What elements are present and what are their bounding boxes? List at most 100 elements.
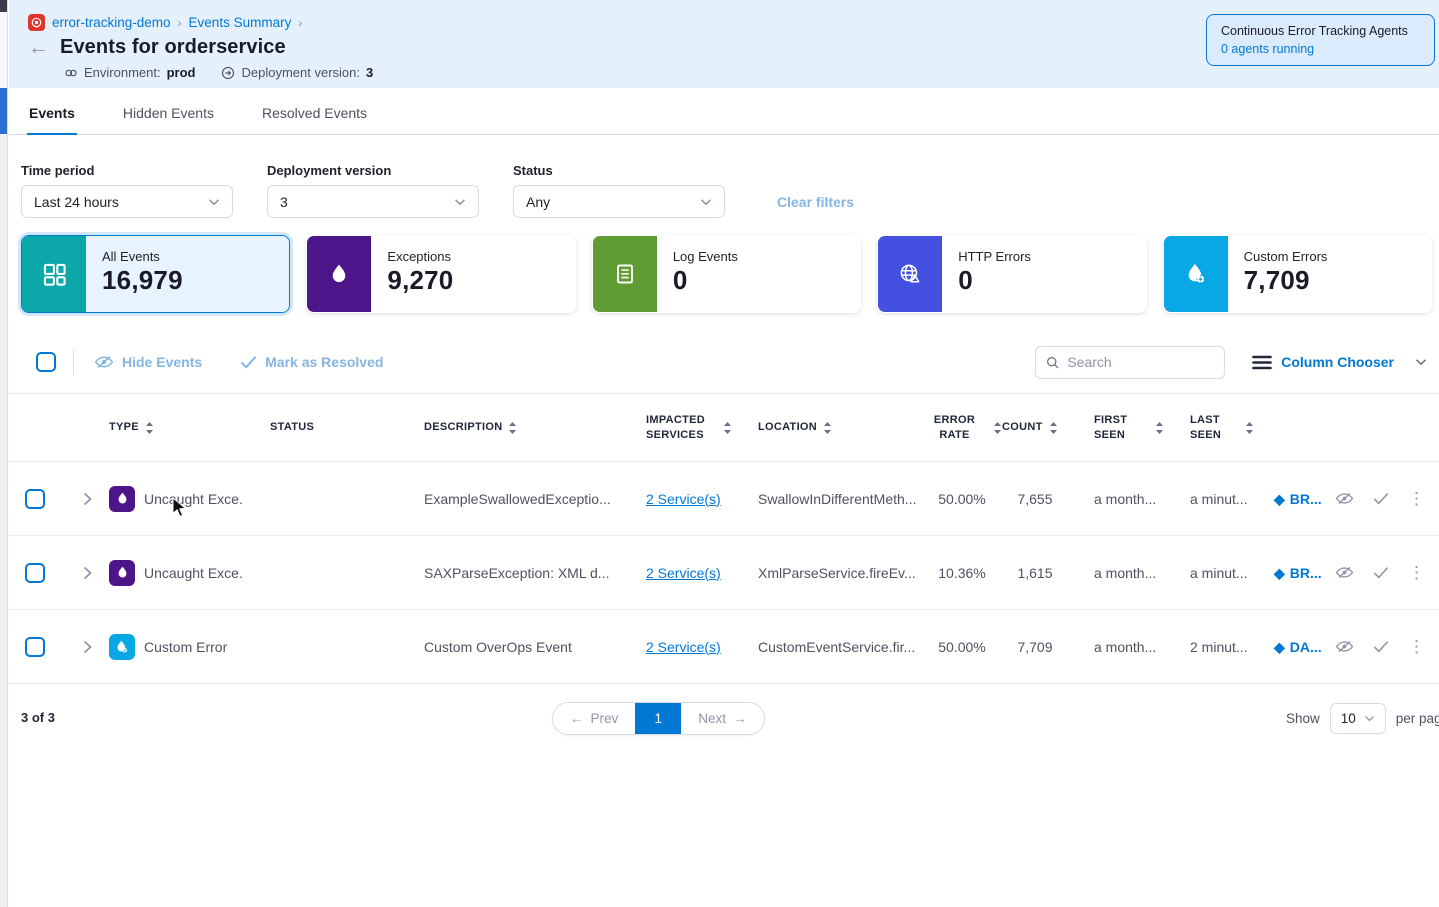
column-header-type[interactable]: TYPE [109, 420, 244, 435]
clear-filters-button[interactable]: Clear filters [777, 194, 854, 210]
flame-icon [327, 262, 351, 286]
deployment-version-value: 3 [280, 194, 288, 210]
ticket-link[interactable]: ◆BR... [1274, 565, 1324, 581]
column-header-location[interactable]: LOCATION [732, 420, 922, 435]
sort-icon[interactable] [723, 421, 732, 435]
sort-icon[interactable] [993, 421, 1002, 435]
expand-chevron-icon[interactable] [65, 492, 109, 506]
mark-resolved-label: Mark as Resolved [265, 354, 383, 370]
page-header: error-tracking-demo › Events Summary › ←… [9, 0, 1439, 88]
column-header-impacted-services[interactable]: IMPACTED SERVICES [616, 413, 732, 443]
hide-event-icon[interactable] [1335, 639, 1354, 654]
tab-resolved-events[interactable]: Resolved Events [260, 105, 369, 134]
hamburger-icon [1252, 355, 1272, 370]
show-label: Show [1286, 711, 1320, 726]
agents-card-title: Continuous Error Tracking Agents [1221, 24, 1420, 38]
chevron-down-icon [208, 198, 220, 206]
tab-hidden-events[interactable]: Hidden Events [121, 105, 216, 134]
event-last-seen: a minut... [1164, 565, 1254, 581]
event-count: 7,709 [1002, 639, 1068, 655]
stat-card-label: Custom Errors [1244, 249, 1415, 264]
deployment-value: 3 [366, 65, 373, 80]
table-row[interactable]: Uncaught Exce... ExampleSwallowedExcepti… [9, 462, 1439, 536]
tab-events[interactable]: Events [27, 105, 77, 134]
event-type: Uncaught Exce... [144, 491, 244, 507]
event-description: Custom OverOps Event [394, 639, 616, 655]
sort-icon[interactable] [145, 421, 154, 435]
hide-event-icon[interactable] [1335, 491, 1354, 506]
column-header-error-rate[interactable]: ERROR RATE [922, 413, 1002, 443]
grid-icon [41, 261, 68, 288]
sort-icon[interactable] [508, 421, 517, 435]
environment-meta: Environment: prod [64, 65, 195, 80]
column-header-description[interactable]: DESCRIPTION [394, 420, 616, 435]
page-title: Events for orderservice [60, 36, 286, 59]
hide-events-button[interactable]: Hide Events [94, 354, 202, 370]
resolve-event-icon[interactable] [1373, 566, 1389, 579]
column-header-count[interactable]: COUNT [1002, 420, 1068, 435]
table-toolbar: Hide Events Mark as Resolved Column Choo… [9, 342, 1439, 382]
impacted-services-link[interactable]: 2 Service(s) [646, 565, 721, 581]
mark-resolved-button[interactable]: Mark as Resolved [240, 354, 383, 370]
status-select[interactable]: Any [513, 185, 725, 218]
stat-card-label: HTTP Errors [958, 249, 1129, 264]
time-period-select[interactable]: Last 24 hours [21, 185, 233, 218]
ticket-link[interactable]: ◆BR... [1274, 491, 1324, 507]
sort-icon[interactable] [1245, 421, 1254, 435]
column-header-status[interactable]: STATUS [244, 420, 394, 435]
search-icon [1046, 355, 1059, 370]
breadcrumb-page-link[interactable]: Events Summary [189, 15, 292, 30]
resolve-event-icon[interactable] [1373, 492, 1389, 505]
table-row[interactable]: Custom Error Custom OverOps Event 2 Serv… [9, 610, 1439, 684]
row-menu-icon[interactable]: ⋮ [1408, 567, 1425, 578]
event-first-seen: a month... [1068, 491, 1164, 507]
check-icon [240, 355, 257, 369]
impacted-services-link[interactable]: 2 Service(s) [646, 639, 721, 655]
filters-bar: Time period Last 24 hours Deployment ver… [9, 135, 1439, 235]
globe-error-icon [897, 261, 923, 287]
event-error-rate: 10.36% [922, 565, 1002, 581]
row-checkbox[interactable] [25, 637, 45, 657]
ticket-diamond-icon: ◆ [1274, 492, 1285, 506]
event-type: Uncaught Exce... [144, 565, 244, 581]
environment-icon [64, 66, 78, 80]
hide-event-icon[interactable] [1335, 565, 1354, 580]
event-error-rate: 50.00% [922, 639, 1002, 655]
page-1-button[interactable]: 1 [635, 703, 681, 734]
back-arrow-icon[interactable]: ← [28, 37, 49, 58]
expand-chevron-icon[interactable] [65, 640, 109, 654]
stat-card-all-events[interactable]: All Events 16,979 [21, 235, 290, 313]
sort-icon[interactable] [1155, 421, 1164, 435]
column-header-last-seen[interactable]: LAST SEEN [1164, 413, 1254, 443]
stat-card-label: Log Events [673, 249, 844, 264]
resolve-event-icon[interactable] [1373, 640, 1389, 653]
sort-icon[interactable] [1049, 421, 1058, 435]
page-size-select[interactable]: 10 [1330, 703, 1386, 734]
stat-card-exceptions[interactable]: Exceptions 9,270 [306, 235, 575, 313]
row-checkbox[interactable] [25, 489, 45, 509]
deployment-version-select[interactable]: 3 [267, 185, 479, 218]
stat-card-http-errors[interactable]: HTTP Errors 0 [877, 235, 1146, 313]
breadcrumb-project-link[interactable]: error-tracking-demo [52, 15, 171, 30]
ticket-link[interactable]: ◆DA... [1274, 639, 1324, 655]
next-page-button[interactable]: Next → [681, 703, 763, 734]
stat-card-value: 0 [673, 265, 844, 296]
prev-page-button[interactable]: ← Prev [553, 703, 635, 734]
column-chooser-button[interactable]: Column Chooser [1252, 354, 1427, 370]
expand-chevron-icon[interactable] [65, 566, 109, 580]
row-menu-icon[interactable]: ⋮ [1408, 493, 1425, 504]
sort-icon[interactable] [823, 421, 832, 435]
impacted-services-link[interactable]: 2 Service(s) [646, 491, 721, 507]
column-header-first-seen[interactable]: FIRST SEEN [1068, 413, 1164, 443]
table-row[interactable]: Uncaught Exce... SAXParseException: XML … [9, 536, 1439, 610]
agents-running-link[interactable]: 0 agents running [1221, 42, 1420, 56]
select-all-checkbox[interactable] [36, 352, 56, 372]
time-period-value: Last 24 hours [34, 194, 119, 210]
stat-card-log-events[interactable]: Log Events 0 [592, 235, 861, 313]
row-menu-icon[interactable]: ⋮ [1408, 641, 1425, 652]
row-checkbox[interactable] [25, 563, 45, 583]
nav-strip-gray-segment [0, 134, 7, 907]
search-input[interactable] [1067, 354, 1214, 370]
stat-card-custom-errors[interactable]: Custom Errors 7,709 [1163, 235, 1432, 313]
column-chooser-label: Column Chooser [1281, 354, 1394, 370]
